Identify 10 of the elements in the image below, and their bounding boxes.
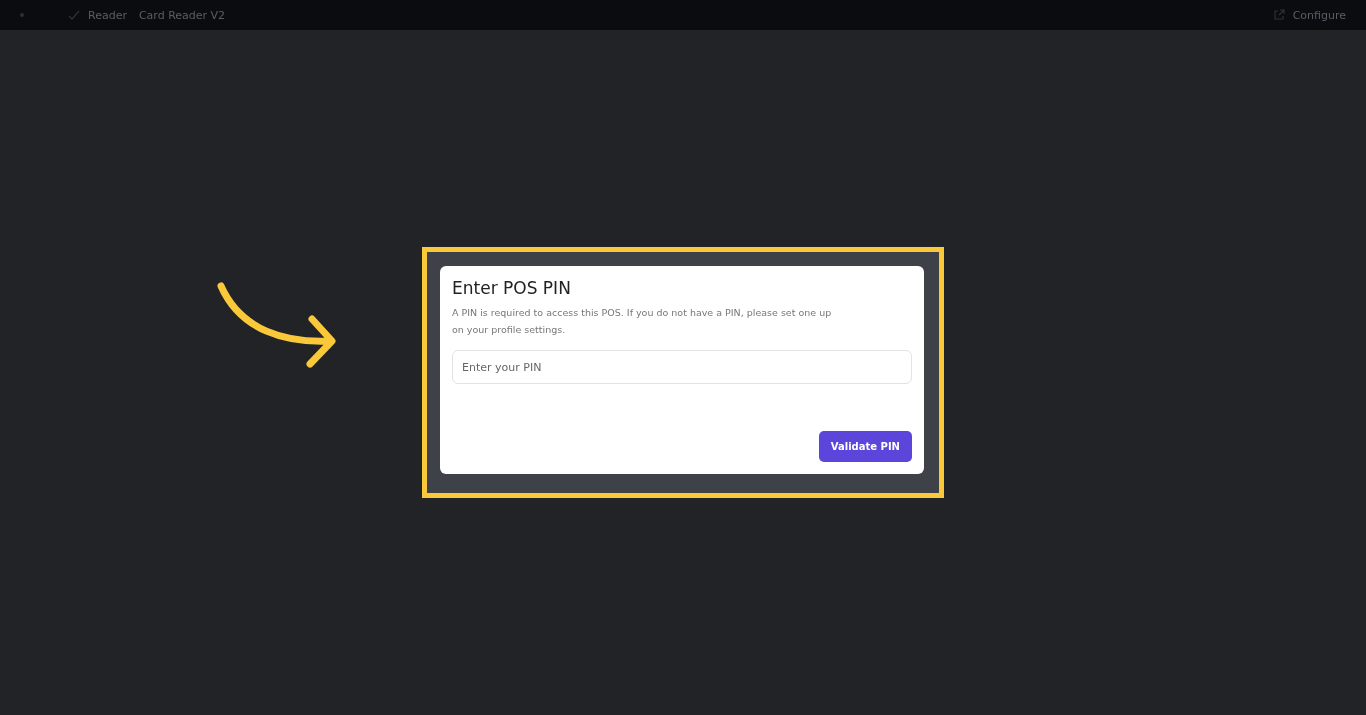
dialog-title: Enter POS PIN <box>452 278 572 298</box>
dialog-description: A PIN is required to access this POS. If you do not have a PIN, please set one up on your profile settings. <box>452 306 833 337</box>
external-link-icon[interactable] <box>1272 9 1285 21</box>
configure-link[interactable]: Configure <box>1292 8 1346 22</box>
breadcrumb-item[interactable]: Reader <box>88 8 127 22</box>
dot-icon[interactable] <box>20 13 24 17</box>
check-icon <box>68 9 80 21</box>
validate-pin-button[interactable]: Validate PIN <box>818 431 912 462</box>
breadcrumb-item[interactable]: Card Reader V2 <box>138 8 226 22</box>
pin-input-field[interactable]: Enter your PIN <box>452 350 912 384</box>
